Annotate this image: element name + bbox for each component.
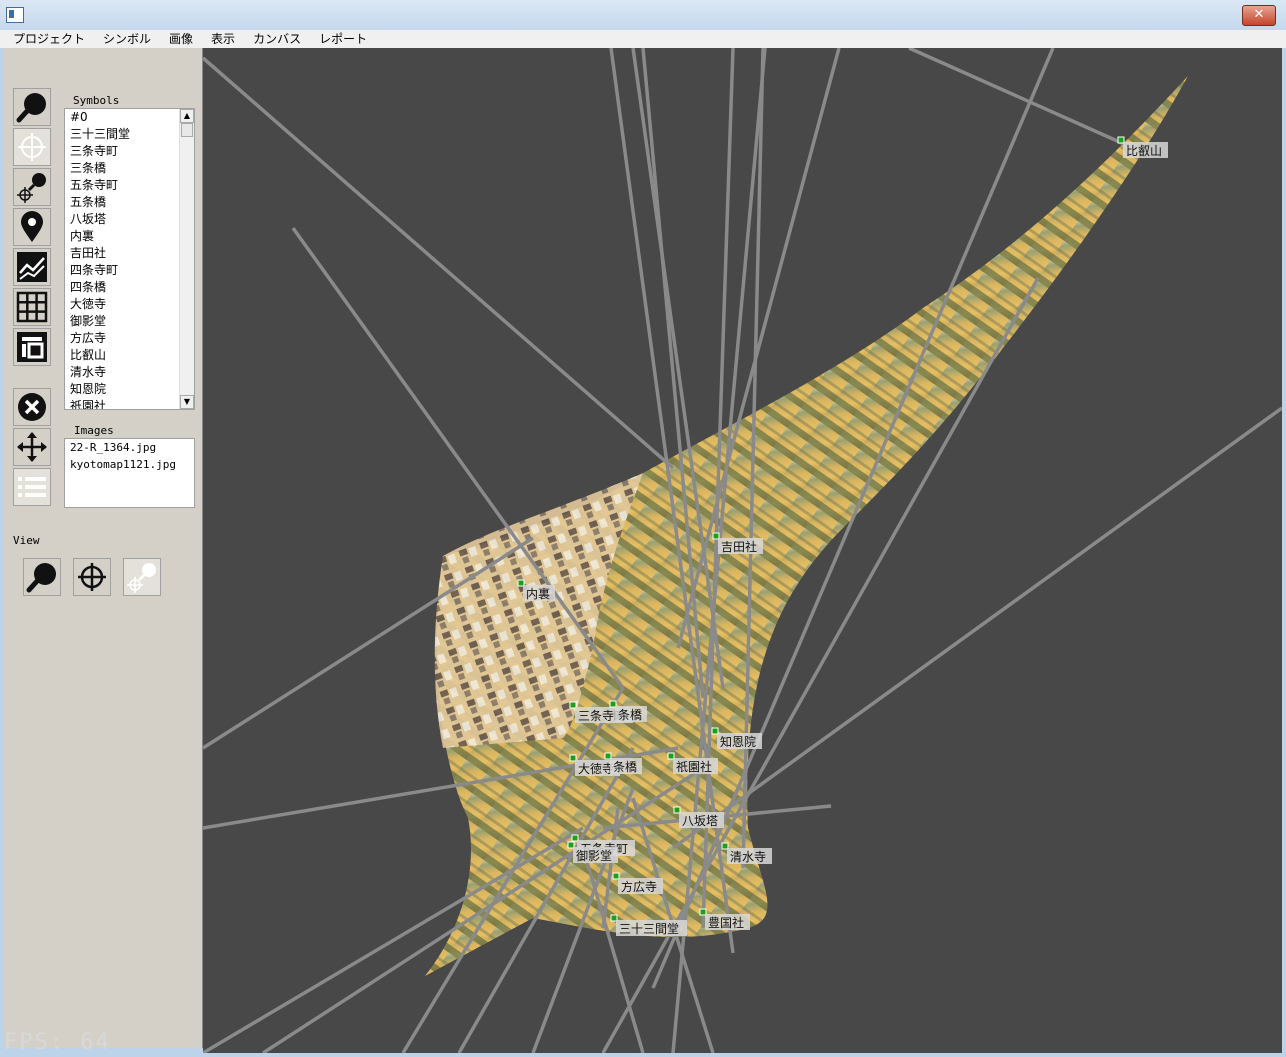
menu-image[interactable]: 画像	[156, 30, 202, 48]
close-button[interactable]: ✕	[1242, 5, 1276, 26]
list-item[interactable]: 清水寺	[65, 364, 194, 381]
scroll-up-icon[interactable]: ▲	[180, 109, 194, 123]
list-icon	[18, 477, 46, 497]
menu-canvas[interactable]: カンバス	[240, 30, 310, 48]
list-item[interactable]: 吉田社	[65, 245, 194, 262]
tie-line	[908, 48, 1134, 150]
marker-label: 方広寺	[621, 879, 657, 894]
list-item[interactable]: 三条橋	[65, 160, 194, 177]
layout-icon	[17, 332, 47, 362]
title-bar: ✕	[0, 0, 1286, 30]
list-item[interactable]: 祇園社	[65, 398, 194, 409]
marker-label: 条橋	[618, 708, 642, 722]
crosshair-icon	[78, 563, 106, 591]
fps-counter: FPS: 64	[4, 1030, 111, 1055]
list-item[interactable]: 22-R_1364.jpg	[65, 439, 194, 456]
pin-tool-button[interactable]	[13, 208, 51, 246]
map-viewport[interactable]: 比叡山吉田社内裏三条寺町条橋知恩院祇園社大徳寺条橋八坂塔清水寺五条寺町御影堂方広…	[203, 48, 1282, 1053]
move-icon	[17, 432, 47, 462]
zoom-icon	[16, 93, 46, 123]
symbols-scrollbar[interactable]: ▲ ▼	[179, 109, 194, 409]
move-tool-button[interactable]	[13, 428, 51, 466]
layout-tool-button[interactable]	[13, 328, 51, 366]
marker-label: 八坂塔	[682, 814, 718, 828]
images-list[interactable]: 22-R_1364.jpg kyotomap1121.jpg	[64, 438, 195, 508]
marker-label: 祇園社	[676, 759, 712, 774]
list-item[interactable]: 五条橋	[65, 194, 194, 211]
chart-tool-button[interactable]	[13, 248, 51, 286]
list-item[interactable]: 方広寺	[65, 330, 194, 347]
point-zoom-icon	[17, 173, 46, 203]
list-item[interactable]: 御影堂	[65, 313, 194, 330]
pin-icon	[21, 211, 43, 242]
list-item[interactable]: 大徳寺	[65, 296, 194, 313]
zoom-tool-button[interactable]	[13, 88, 51, 126]
images-label: Images	[74, 424, 114, 437]
chart-icon	[17, 252, 47, 282]
view-label: View	[13, 534, 40, 547]
tool-panel: Symbols #0 三十三間堂 三条寺町 三条橋 五条寺町 五条橋 八坂塔 内裏 吉田社 四条寺…	[4, 48, 203, 1048]
marker-label: 清水寺	[730, 850, 766, 864]
marker-label: 豊国社	[708, 915, 744, 930]
tie-line	[203, 826, 584, 1053]
list-item[interactable]: 五条寺町	[65, 177, 194, 194]
crosshair-tool-button[interactable]	[13, 128, 51, 166]
list-item[interactable]: 三十三間堂	[65, 126, 194, 143]
list-tool-button[interactable]	[13, 468, 51, 506]
symbols-label: Symbols	[73, 94, 120, 107]
marker-label: 大徳寺	[578, 761, 614, 776]
menu-bar: プロジェクト シンボル 画像 表示 カンバス レポート	[0, 30, 1286, 48]
marker-label: 条橋	[613, 760, 637, 774]
tie-line	[203, 56, 675, 470]
list-item[interactable]: #0	[65, 109, 194, 126]
list-item[interactable]: 内裏	[65, 228, 194, 245]
marker-label: 内裏	[526, 586, 550, 601]
symbols-list[interactable]: #0 三十三間堂 三条寺町 三条橋 五条寺町 五条橋 八坂塔 内裏 吉田社 四条寺町 四条橋 大徳寺御…	[64, 108, 195, 410]
view-zoom-button[interactable]	[23, 558, 61, 596]
grid-tool-button[interactable]	[13, 288, 51, 326]
list-item[interactable]: 四条橋	[65, 279, 194, 296]
menu-view[interactable]: 表示	[198, 30, 244, 48]
marker-label: 三十三間堂	[619, 922, 679, 936]
map-canvas[interactable]: 比叡山吉田社内裏三条寺町条橋知恩院祇園社大徳寺条橋八坂塔清水寺五条寺町御影堂方広…	[203, 48, 1282, 1053]
list-item[interactable]: kyotomap1121.jpg	[65, 456, 194, 473]
point-zoom-tool-button[interactable]	[13, 168, 51, 206]
menu-project[interactable]: プロジェクト	[0, 30, 94, 48]
zoom-icon	[26, 563, 56, 593]
scroll-down-icon[interactable]: ▼	[180, 395, 194, 409]
view-point-zoom-button[interactable]	[123, 558, 161, 596]
list-item[interactable]: 四条寺町	[65, 262, 194, 279]
list-item[interactable]: 比叡山	[65, 347, 194, 364]
scroll-thumb[interactable]	[181, 123, 193, 137]
view-crosshair-button[interactable]	[73, 558, 111, 596]
grid-icon	[16, 291, 48, 323]
menu-report[interactable]: レポート	[306, 30, 376, 48]
menu-symbol[interactable]: シンボル	[90, 30, 160, 48]
delete-tool-button[interactable]	[13, 388, 51, 426]
list-item[interactable]: 三条寺町	[65, 143, 194, 160]
marker-label: 吉田社	[721, 539, 757, 554]
crosshair-icon	[18, 133, 46, 161]
list-item[interactable]: 八坂塔	[65, 211, 194, 228]
list-item[interactable]: 知恩院	[65, 381, 194, 398]
app-icon	[6, 7, 24, 23]
marker-label: 知恩院	[720, 735, 756, 749]
marker-label: 御影堂	[576, 848, 612, 863]
marker-label: 比叡山	[1126, 143, 1162, 158]
point-zoom-icon	[127, 563, 156, 593]
delete-icon	[18, 393, 46, 421]
